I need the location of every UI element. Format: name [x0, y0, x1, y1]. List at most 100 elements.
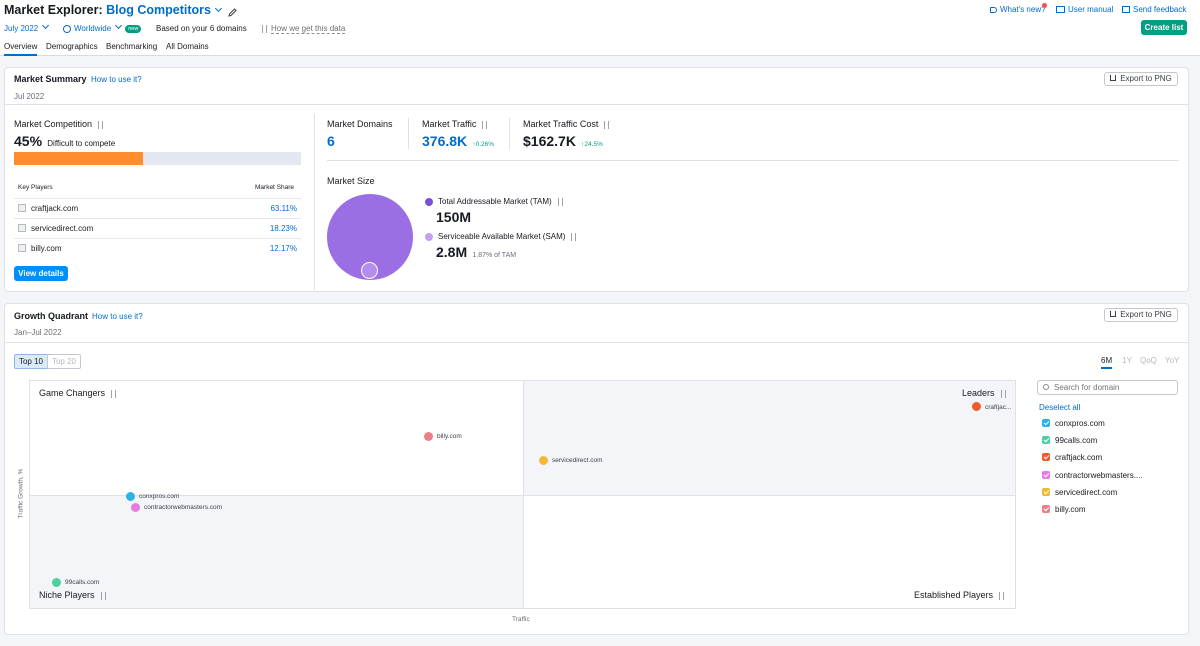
traffic-change: ↑0.26% — [472, 141, 495, 148]
divider — [5, 342, 1188, 343]
tam-label: Total Addressable Market (TAM) — [438, 197, 563, 206]
niche-players-label: Niche Players — [39, 590, 106, 600]
search-icon — [1043, 384, 1049, 390]
book-icon — [1056, 6, 1065, 14]
domain-checkbox[interactable] — [1042, 471, 1050, 479]
growth-quadrant-title: Growth Quadrant — [14, 311, 88, 321]
tab-demographics[interactable]: Demographics — [46, 42, 98, 51]
domain-checkbox[interactable] — [1042, 436, 1050, 444]
point-craftjack[interactable] — [972, 402, 981, 411]
domain-checkbox[interactable] — [1042, 453, 1050, 461]
domain-label: conxpros.com — [1055, 419, 1105, 428]
new-badge: new — [125, 24, 142, 33]
market-competition-label: Market Competition — [14, 119, 104, 129]
sam-legend-dot — [425, 233, 433, 241]
point-conxpros[interactable] — [126, 492, 135, 501]
page-title: Market Explorer: Blog Competitors — [4, 3, 238, 17]
send-feedback-link[interactable]: Send feedback — [1122, 5, 1186, 14]
divider — [327, 160, 1179, 161]
based-on-text: Based on your 6 domains — [156, 24, 247, 33]
point-label: contractorwebmasters.com — [144, 504, 223, 511]
period-6m[interactable]: 6M — [1101, 356, 1113, 369]
point-label: 99calls.com — [65, 579, 100, 586]
key-player-row[interactable]: servicedirect.com 18.23% — [14, 218, 301, 238]
info-icon — [98, 120, 104, 129]
key-player-row[interactable]: craftjack.com 63.11% — [14, 198, 301, 218]
globe-icon — [63, 24, 71, 33]
whats-new-link[interactable]: What's new? — [990, 5, 1046, 14]
region-selector[interactable]: Worldwide new — [63, 21, 142, 33]
sam-label: Serviceable Available Market (SAM) — [438, 232, 577, 241]
domain-label: servicedirect.com — [1055, 488, 1118, 497]
point-label: billy.com — [437, 433, 462, 440]
point-servicedirect[interactable] — [539, 456, 548, 465]
how-we-get-data-link[interactable]: How we get this data — [262, 24, 346, 34]
notification-dot — [1042, 3, 1047, 8]
favicon-icon — [18, 244, 26, 252]
info-icon — [604, 120, 610, 129]
list-selector[interactable]: Blog Competitors — [106, 3, 223, 17]
info-icon — [1000, 389, 1006, 398]
key-players-header: Key Players — [18, 184, 53, 191]
y-axis-label: Traffic Growth, % — [17, 468, 25, 519]
domain-search-box[interactable] — [1037, 380, 1178, 395]
info-icon — [557, 197, 563, 206]
tab-overview[interactable]: Overview — [4, 42, 38, 56]
domain-label: billy.com — [1055, 505, 1086, 514]
upload-icon — [1110, 311, 1117, 317]
established-players-label: Established Players — [914, 590, 1005, 600]
upload-icon — [1110, 75, 1117, 81]
cost-change: ↑24.5% — [581, 141, 603, 148]
date-selector[interactable]: July 2022 — [4, 21, 50, 33]
game-changers-label: Game Changers — [39, 388, 117, 398]
create-list-button[interactable]: Create list — [1141, 20, 1187, 35]
page-header: Market Explorer: Blog Competitors July 2… — [0, 0, 1200, 56]
user-manual-link[interactable]: User manual — [1056, 5, 1113, 14]
point-99calls[interactable] — [52, 578, 61, 587]
tam-legend-dot — [425, 198, 433, 206]
domain-label: contractorwebmasters.... — [1055, 471, 1143, 480]
competition-bar-fill — [14, 152, 144, 165]
top20-toggle[interactable]: Top 20 — [47, 354, 81, 369]
megaphone-icon — [990, 6, 997, 13]
growth-how-to-use-link[interactable]: How to use it? — [92, 312, 143, 321]
domain-checkbox[interactable] — [1042, 505, 1050, 513]
period-qoq[interactable]: QoQ — [1140, 356, 1157, 365]
summary-how-to-use-link[interactable]: How to use it? — [91, 75, 142, 84]
point-billy[interactable] — [424, 432, 433, 441]
view-details-button[interactable]: View details — [14, 266, 68, 281]
sam-circle — [361, 262, 378, 279]
domain-label: craftjack.com — [1055, 453, 1103, 462]
deselect-all-link[interactable]: Deselect all — [1039, 403, 1080, 412]
market-traffic-cost-label: Market Traffic Cost — [523, 119, 610, 129]
tab-all-domains[interactable]: All Domains — [166, 42, 209, 51]
x-axis-label: Traffic — [512, 616, 530, 623]
period-yoy[interactable]: YoY — [1165, 356, 1179, 365]
summary-date: Jul 2022 — [14, 92, 45, 101]
growth-export-button[interactable]: Export to PNG — [1104, 308, 1178, 322]
divider — [408, 118, 409, 149]
market-domains-value[interactable]: 6 — [327, 133, 335, 149]
top10-toggle[interactable]: Top 10 — [14, 354, 48, 369]
growth-date: Jan–Jul 2022 — [14, 328, 62, 337]
info-icon — [262, 24, 267, 33]
competition-bar-track — [14, 152, 301, 165]
market-summary-title: Market Summary — [14, 74, 87, 84]
key-player-row[interactable]: billy.com 12.17% — [14, 238, 301, 258]
edit-icon[interactable] — [228, 6, 238, 17]
leaders-quadrant — [523, 381, 1015, 495]
tab-benchmarking[interactable]: Benchmarking — [106, 42, 157, 51]
domain-checkbox[interactable] — [1042, 419, 1050, 427]
domain-checkbox[interactable] — [1042, 488, 1050, 496]
point-contractorwebmasters[interactable] — [131, 503, 140, 512]
sam-value: 2.8M 1.87% of TAM — [436, 244, 517, 260]
tam-value: 150M — [436, 209, 472, 225]
domain-search-input[interactable] — [1054, 382, 1174, 393]
point-label: conxpros.com — [139, 493, 180, 500]
favicon-icon — [18, 224, 26, 232]
divider — [5, 104, 1188, 105]
market-traffic-label: Market Traffic — [422, 119, 488, 129]
market-size-label: Market Size — [327, 176, 375, 186]
period-1y[interactable]: 1Y — [1122, 356, 1132, 365]
summary-export-button[interactable]: Export to PNG — [1104, 72, 1178, 86]
